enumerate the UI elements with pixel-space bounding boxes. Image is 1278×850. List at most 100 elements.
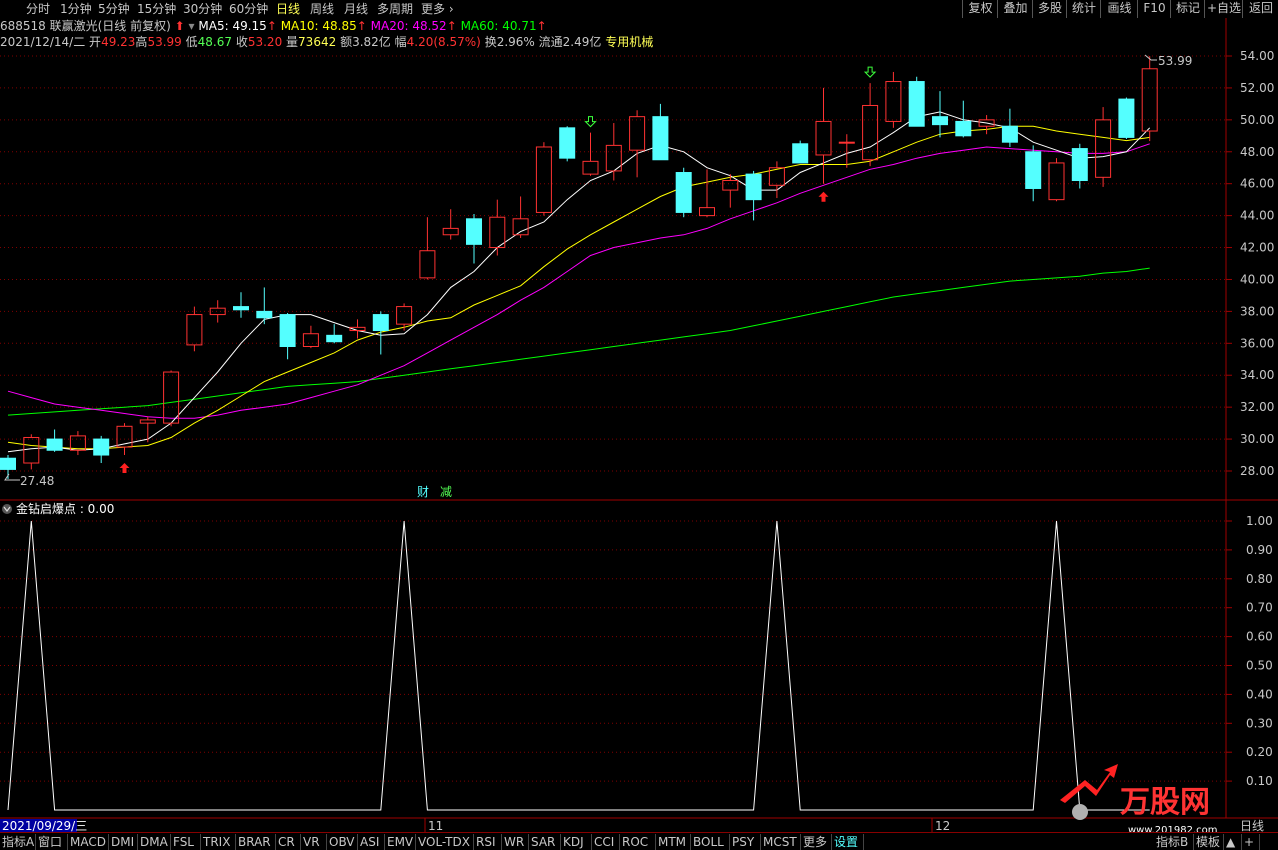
settings-tab[interactable]: 设置 [832, 834, 864, 850]
candle-down[interactable] [279, 314, 296, 348]
chart-canvas[interactable]: 54.00 52.00 50.00 48.00 46.00 44.00 42.00 40.00… [0, 0, 1278, 849]
rsi-tab[interactable]: RSI [474, 834, 502, 850]
sar-tab[interactable]: SAR [529, 834, 561, 850]
candle-down[interactable] [792, 143, 809, 164]
boll-tab[interactable]: BOLL [691, 834, 730, 850]
indicator-tick-label: 1.00 [1246, 514, 1273, 528]
jian-marker[interactable]: 减 [440, 485, 452, 499]
candle-down[interactable] [1001, 125, 1018, 143]
psy-tab[interactable]: PSY [730, 834, 761, 850]
candle-up[interactable] [489, 216, 506, 249]
candle-down[interactable] [652, 116, 669, 161]
cai-marker[interactable]: 财 [417, 485, 429, 499]
candle-down[interactable] [675, 172, 692, 213]
watermark-logo: 万股网 www.201982.com [1060, 764, 1218, 836]
candle-up[interactable] [838, 141, 855, 144]
price-tick-label: 48.00 [1240, 145, 1274, 159]
kdj-tab[interactable]: KDJ [561, 834, 592, 850]
sell-arrow-icon [584, 116, 597, 128]
emv-tab[interactable]: EMV [385, 834, 416, 850]
fsl-tab[interactable]: FSL [171, 834, 201, 850]
price-tick-label: 52.00 [1240, 81, 1274, 95]
indicator-tick-label: 0.40 [1246, 687, 1273, 701]
candle-down[interactable] [955, 120, 972, 137]
indicator-toggle-icon[interactable] [2, 504, 12, 514]
candle-up[interactable] [186, 314, 203, 346]
candle-down[interactable] [745, 173, 762, 201]
brar-tab[interactable]: BRAR [236, 834, 276, 850]
candlesticks [0, 56, 1158, 479]
candle-up[interactable] [722, 180, 739, 191]
mtm-tab[interactable]: MTM [656, 834, 691, 850]
candle-down[interactable] [466, 218, 482, 245]
candle-up[interactable] [1095, 119, 1112, 178]
indicator-b-tab[interactable]: 指标B [1154, 834, 1194, 850]
trix-tab[interactable]: TRIX [201, 834, 236, 850]
ma-lines [7, 111, 1151, 453]
candle-up[interactable] [302, 333, 319, 348]
candle-down[interactable] [93, 438, 110, 456]
candle-up[interactable] [23, 436, 40, 464]
candle-up[interactable] [815, 120, 832, 156]
candle-down[interactable] [1118, 98, 1135, 138]
candle-down[interactable] [326, 334, 343, 343]
indicator-tick-label: 0.20 [1246, 745, 1273, 759]
roc-tab[interactable]: ROC [620, 834, 656, 850]
candle-up[interactable] [396, 306, 413, 325]
candle-down[interactable] [908, 81, 925, 127]
asi-tab[interactable]: ASI [358, 834, 385, 850]
candle-up[interactable] [699, 207, 715, 217]
wr-tab[interactable]: WR [502, 834, 529, 850]
price-tick-label: 32.00 [1240, 400, 1274, 414]
mcst-tab[interactable]: MCST [761, 834, 801, 850]
cci-tab[interactable]: CCI [592, 834, 620, 850]
price-axis: 54.00 52.00 50.00 48.00 46.00 44.00 42.00 40.00… [1226, 49, 1274, 478]
candle-up[interactable] [512, 218, 529, 236]
watermark-text: 万股网 [1120, 785, 1210, 820]
price-tick-label: 36.00 [1240, 336, 1274, 350]
triangle-up-icon[interactable]: ▲ [1224, 834, 1242, 850]
obv-tab[interactable]: OBV [327, 834, 358, 850]
indicator-tick-label: 0.70 [1246, 601, 1273, 615]
candle-up[interactable] [629, 116, 646, 151]
candle-down[interactable] [932, 116, 948, 126]
candle-up[interactable] [163, 371, 180, 424]
candle-up[interactable] [1141, 68, 1158, 132]
candle-up[interactable] [139, 419, 156, 424]
add-indicator-button[interactable]: + [1242, 834, 1260, 850]
candle-down[interactable] [372, 314, 389, 332]
candle-up[interactable] [1048, 162, 1065, 201]
indicator-tick-label: 0.50 [1246, 659, 1273, 673]
candle-up[interactable] [442, 227, 459, 236]
indicator-a-tab[interactable]: 指标A [0, 834, 36, 850]
macd-tab[interactable]: MACD [68, 834, 109, 850]
buy-arrow-icon [818, 191, 829, 202]
current-date: 2021/09/29/三 [2, 819, 87, 833]
price-tick-label: 42.00 [1240, 241, 1274, 255]
more-indicators-tab[interactable]: 更多 [801, 834, 832, 850]
indicator-tick-label: 0.60 [1246, 630, 1273, 644]
candle-down[interactable] [559, 127, 576, 159]
vr-tab[interactable]: VR [301, 834, 327, 850]
price-tick-label: 28.00 [1240, 464, 1274, 478]
min-marker-label: 27.48 [20, 474, 54, 488]
vol-tdx-tab[interactable]: VOL-TDX [416, 834, 474, 850]
candle-up[interactable] [535, 146, 552, 213]
indicator-axis: 1.00 0.90 0.80 0.70 0.60 0.50 0.40 0.30 0.20 0.10 [1226, 514, 1273, 788]
candle-down[interactable] [233, 306, 249, 311]
candle-up[interactable] [419, 250, 436, 279]
candle-up[interactable] [582, 160, 599, 175]
window-tab[interactable]: 窗口 [36, 834, 68, 850]
dma-tab[interactable]: DMA [138, 834, 171, 850]
candle-down[interactable] [256, 310, 273, 319]
candle-down[interactable] [0, 457, 16, 470]
candle-down[interactable] [1071, 148, 1088, 181]
candle-down[interactable] [1025, 151, 1042, 189]
dmi-tab[interactable]: DMI [109, 834, 138, 850]
cr-tab[interactable]: CR [276, 834, 301, 850]
max-marker-label: 53.99 [1158, 54, 1192, 68]
template-tab[interactable]: 模板 [1194, 834, 1224, 850]
price-tick-label: 30.00 [1240, 432, 1274, 446]
indicator-tick-label: 0.90 [1246, 543, 1273, 557]
candle-down[interactable] [46, 438, 63, 451]
